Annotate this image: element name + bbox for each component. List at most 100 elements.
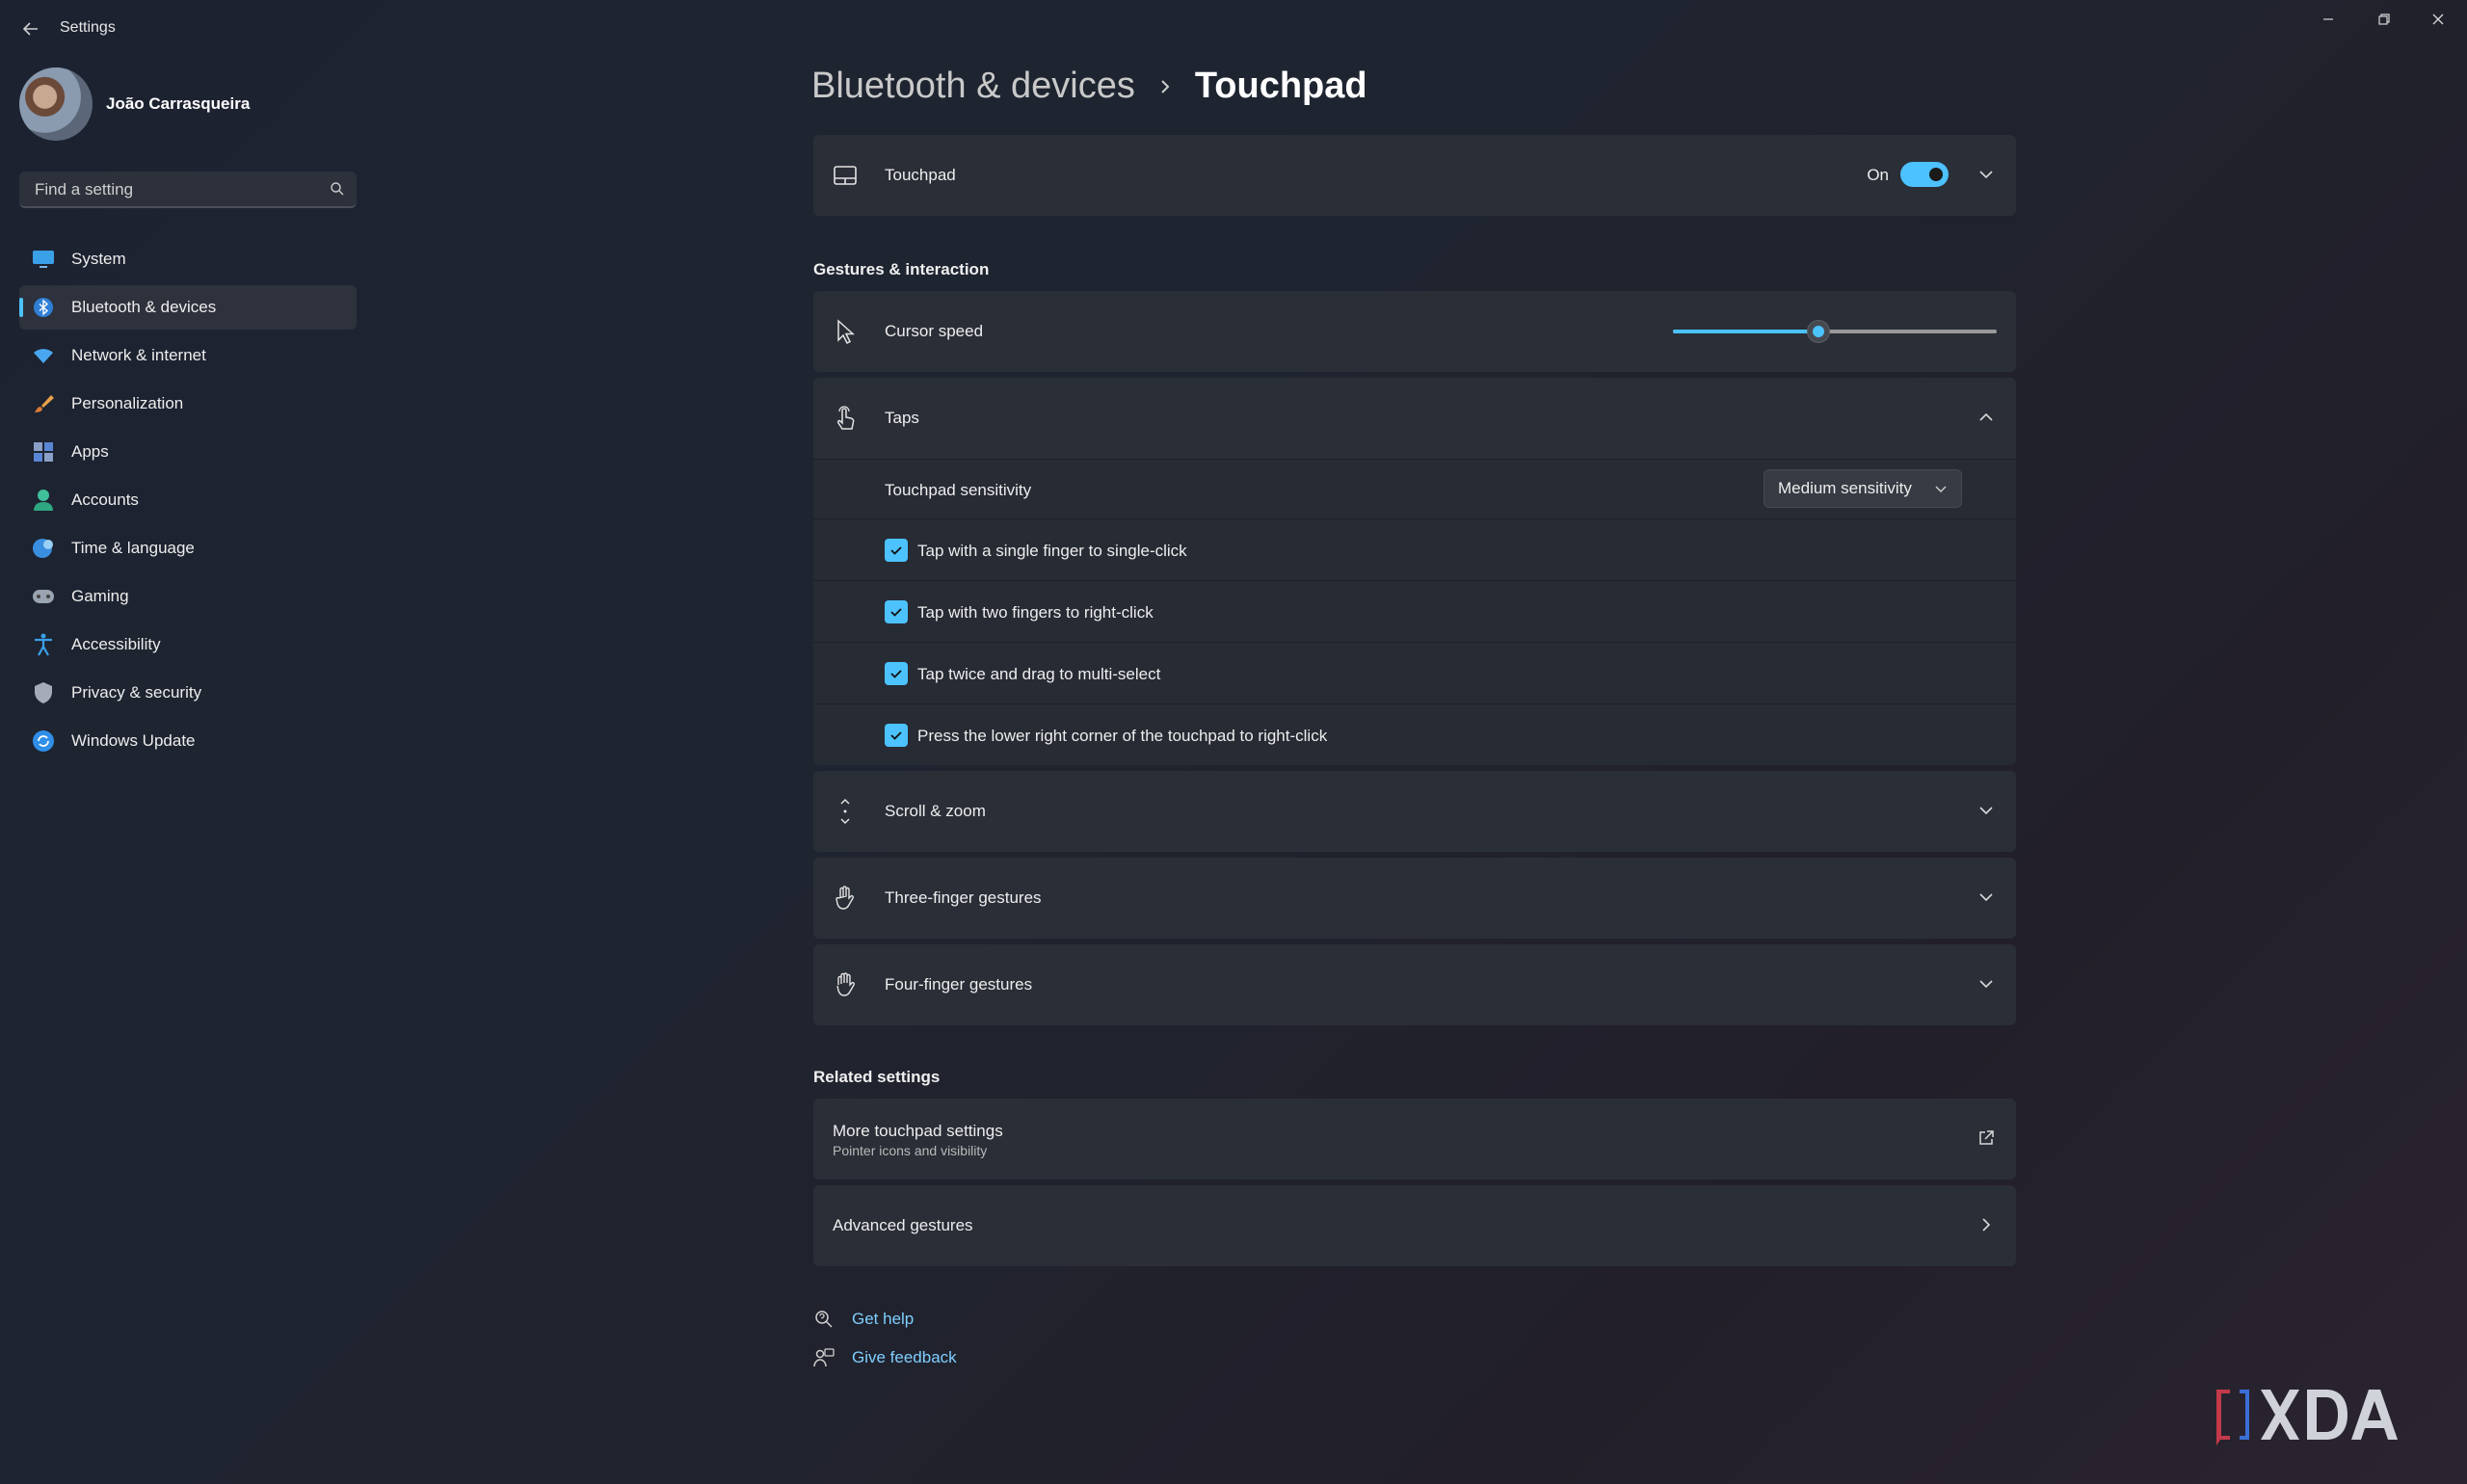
- tap-option-label: Tap twice and drag to multi-select: [917, 665, 1161, 683]
- sidebar-item-accounts[interactable]: Accounts: [19, 478, 357, 522]
- taps-label: Taps: [885, 409, 919, 427]
- apps-icon: [31, 439, 56, 464]
- touchpad-label: Touchpad: [885, 166, 956, 184]
- sidebar-item-personalization[interactable]: Personalization: [19, 382, 357, 426]
- title-bar: Settings: [0, 0, 2467, 58]
- chevron-up-icon[interactable]: [1977, 409, 1995, 426]
- restore-button[interactable]: [2357, 6, 2411, 33]
- sidebar-item-label: System: [71, 250, 126, 268]
- sidebar-item-label: Gaming: [71, 587, 129, 605]
- cursor-speed-label: Cursor speed: [885, 322, 984, 340]
- chevron-down-icon[interactable]: [1977, 166, 1995, 183]
- sensitivity-dropdown[interactable]: Medium sensitivity: [1764, 469, 1962, 508]
- chevron-down-icon[interactable]: [1977, 975, 1995, 993]
- cursor-speed-card: Cursor speed: [813, 291, 2016, 372]
- feedback-icon: [813, 1347, 835, 1368]
- sidebar-item-label: Privacy & security: [71, 683, 202, 702]
- breadcrumb-parent[interactable]: Bluetooth & devices: [811, 66, 1135, 107]
- tap-option-label: Tap with two fingers to right-click: [917, 603, 1154, 622]
- touchpad-toggle[interactable]: [1900, 162, 1949, 187]
- checkmark-icon: [890, 731, 902, 740]
- close-button[interactable]: [2411, 6, 2465, 33]
- search-icon[interactable]: [330, 181, 345, 197]
- more-touchpad-label: More touchpad settings: [833, 1122, 1003, 1140]
- give-feedback-link[interactable]: Give feedback: [813, 1347, 957, 1368]
- tap-hand-icon: [833, 406, 858, 431]
- back-button[interactable]: [15, 13, 46, 44]
- get-help-text: Get help: [852, 1310, 915, 1328]
- sidebar-item-label: Time & language: [71, 539, 195, 557]
- touchpad-card[interactable]: Touchpad On: [813, 135, 2016, 216]
- sidebar-nav: System Bluetooth & devices Network & int…: [19, 237, 357, 767]
- sidebar-item-label: Accounts: [71, 490, 139, 509]
- sidebar-item-accessibility[interactable]: Accessibility: [19, 623, 357, 667]
- sidebar-item-apps[interactable]: Apps: [19, 430, 357, 474]
- checkmark-icon: [890, 670, 902, 678]
- search-input[interactable]: [33, 172, 326, 208]
- avatar: [19, 67, 93, 141]
- app-title: Settings: [60, 19, 116, 36]
- sidebar-item-privacy-security[interactable]: Privacy & security: [19, 671, 357, 715]
- system-icon: [31, 247, 56, 272]
- sidebar-item-bluetooth-devices[interactable]: Bluetooth & devices: [19, 285, 357, 330]
- brush-icon: [31, 391, 56, 416]
- sensitivity-value: Medium sensitivity: [1778, 479, 1912, 497]
- tap-option-row[interactable]: Tap twice and drag to multi-select: [813, 642, 2016, 703]
- more-touchpad-subtitle: Pointer icons and visibility: [833, 1143, 988, 1158]
- two-finger-tap-checkbox[interactable]: [885, 600, 908, 623]
- touchpad-icon: [833, 163, 858, 188]
- checkmark-icon: [890, 546, 902, 555]
- chevron-down-icon[interactable]: [1977, 802, 1995, 819]
- sidebar-item-time-language[interactable]: Time & language: [19, 526, 357, 570]
- breadcrumb: Bluetooth & devices Touchpad: [811, 66, 1367, 107]
- cursor-icon: [833, 319, 858, 344]
- sidebar-item-network[interactable]: Network & internet: [19, 333, 357, 378]
- globe-clock-icon: [31, 536, 56, 561]
- tap-option-row[interactable]: Tap with a single finger to single-click: [813, 518, 2016, 580]
- four-finger-card[interactable]: Four-finger gestures: [813, 944, 2016, 1025]
- four-finger-hand-icon: [833, 972, 858, 997]
- related-section-title: Related settings: [813, 1068, 941, 1086]
- checkmark-icon: [890, 608, 902, 617]
- user-profile[interactable]: João Carrasqueira: [19, 67, 250, 141]
- sidebar-item-gaming[interactable]: Gaming: [19, 574, 357, 619]
- gamepad-icon: [31, 584, 56, 609]
- sidebar-item-windows-update[interactable]: Windows Update: [19, 719, 357, 763]
- slider-thumb[interactable]: [1807, 320, 1830, 343]
- sidebar-item-label: Windows Update: [71, 731, 196, 750]
- sensitivity-label: Touchpad sensitivity: [885, 481, 1032, 499]
- advanced-gestures-label: Advanced gestures: [833, 1216, 973, 1234]
- corner-click-checkbox[interactable]: [885, 724, 908, 747]
- search-box: [19, 172, 357, 208]
- sidebar-item-label: Network & internet: [71, 346, 206, 364]
- single-tap-checkbox[interactable]: [885, 539, 908, 562]
- tap-drag-checkbox[interactable]: [885, 662, 908, 685]
- get-help-link[interactable]: Get help: [813, 1309, 914, 1330]
- sensitivity-row: Touchpad sensitivity Medium sensitivity: [813, 459, 2016, 518]
- tap-option-label: Tap with a single finger to single-click: [917, 542, 1187, 560]
- active-indicator: [19, 298, 23, 317]
- sidebar-item-label: Personalization: [71, 394, 184, 412]
- back-arrow-icon: [22, 22, 38, 36]
- minimize-button[interactable]: [2301, 6, 2355, 33]
- sidebar-item-system[interactable]: System: [19, 237, 357, 281]
- shield-icon: [31, 680, 56, 705]
- three-finger-card[interactable]: Three-finger gestures: [813, 858, 2016, 939]
- account-icon: [31, 488, 56, 513]
- chevron-down-icon[interactable]: [1977, 888, 1995, 906]
- scroll-zoom-label: Scroll & zoom: [885, 802, 986, 820]
- more-touchpad-settings-card[interactable]: More touchpad settings Pointer icons and…: [813, 1099, 2016, 1179]
- three-finger-label: Three-finger gestures: [885, 888, 1042, 907]
- cursor-speed-slider[interactable]: [1673, 320, 1997, 343]
- give-feedback-text: Give feedback: [852, 1348, 957, 1366]
- scroll-zoom-card[interactable]: Scroll & zoom: [813, 771, 2016, 852]
- minimize-icon: [2323, 18, 2333, 20]
- sidebar-item-label: Accessibility: [71, 635, 161, 653]
- tap-option-row[interactable]: Press the lower right corner of the touc…: [813, 703, 2016, 765]
- advanced-gestures-card[interactable]: Advanced gestures: [813, 1185, 2016, 1266]
- taps-card[interactable]: Taps: [813, 378, 2016, 459]
- toggle-state-text: On: [1867, 166, 1889, 184]
- tap-option-row[interactable]: Tap with two fingers to right-click: [813, 580, 2016, 642]
- wifi-icon: [31, 343, 56, 368]
- help-icon: [813, 1309, 835, 1330]
